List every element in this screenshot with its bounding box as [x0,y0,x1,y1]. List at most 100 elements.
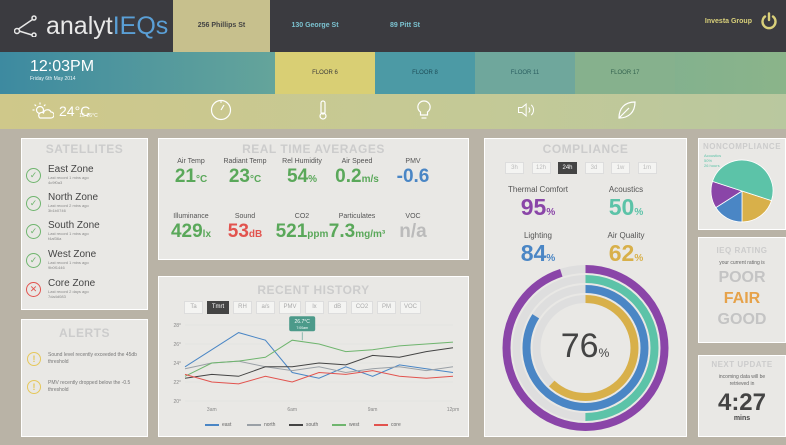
user-area: Investa Group [705,12,778,30]
alert-item[interactable]: ! Sound level recently exceeded the 45db… [27,352,140,366]
legend-label: south [306,422,319,428]
range-24h[interactable]: 24h [558,162,577,174]
building-tab-george[interactable]: 130 George St [270,0,360,52]
floor-tab-17[interactable]: FLOOR 17 [575,52,675,94]
y-tick-label: 20° [173,399,181,405]
floor-tab-11[interactable]: FLOOR 11 [475,52,575,94]
next-update-panel: NEXT UPDATE incoming data will be retrie… [698,355,786,437]
rating-good: GOOD [717,311,767,328]
legend-east[interactable]: east [205,422,231,428]
legend-south[interactable]: south [289,422,318,428]
range-12h[interactable]: 12h [531,162,551,174]
metric-label: PMV [405,158,421,165]
rating-sub: your current rating is [719,260,765,266]
speaker-icon[interactable] [516,99,538,121]
alerts-title: ALERTS [59,326,110,340]
building-tab-phillips[interactable]: 256 Phillips St [173,0,270,52]
compliance-acoustics[interactable]: Acoustics 50% [586,185,666,226]
averages-title: REAL TIME AVERAGES [242,142,385,156]
metric-number: 0.2 [335,166,362,187]
top-bar: analyt IEQs 256 Phillips St 130 George St… [0,0,786,52]
metric-pmv[interactable]: PMV -0.6 [373,158,453,192]
zone-west[interactable]: ✓ West Zone Last record 1 mins ago 9b0f144… [26,250,96,270]
thermometer-icon[interactable] [312,99,334,121]
zone-id: 4c9f0a3 [48,180,63,185]
alert-text: Sound level recently exceeded the 45db t… [48,352,137,365]
check-icon: ✓ [26,167,41,183]
compliance-title: COMPLIANCE [542,142,629,156]
compliance-value: 50% [586,194,666,226]
floor-tab-8[interactable]: FLOOR 8 [375,52,475,94]
legend-swatch [205,424,219,426]
legend-swatch [247,424,261,426]
compliance-number: 50 [608,194,635,220]
rating-title: IEQ RATING [716,246,768,255]
series-line-west[interactable] [184,339,454,377]
power-icon[interactable] [760,12,778,30]
range-3d[interactable]: 3d [584,162,604,174]
metric-unit: dB [248,229,263,240]
next-update-title: NEXT UPDATE [711,360,773,369]
range-1w[interactable]: 1w [611,162,630,174]
brand-prefix: analyt [46,11,113,40]
brand-suffix: IEQs [112,11,169,40]
metric-number: 429 [170,221,203,242]
legend-label: east [222,422,232,428]
lightbulb-icon[interactable] [413,99,435,121]
overall-value: 76 [560,327,599,365]
y-tick-label: 24° [173,361,181,367]
metric-unit: °C [249,174,262,185]
legend-label: north [264,422,276,428]
satellites-panel: SATELLITES ✓ East Zone Last record 1 mins… [21,138,148,310]
compliance-thermal-comfort[interactable]: Thermal Comfort 95% [498,185,578,226]
metric-voc[interactable]: VOC n/a [373,213,453,247]
x-tick-label: 6am [287,407,297,413]
legend-west[interactable]: west [332,422,359,428]
clock-date: Friday 6th May 2014 [30,76,76,82]
range-3h[interactable]: 3h [505,162,524,174]
range-1m[interactable]: 1m [637,162,657,174]
clock-time: 12:03PM [30,58,95,75]
metric-number: -0.6 [396,166,430,187]
compliance-label: Thermal Comfort [507,185,568,194]
rating-fair: FAIR [723,290,761,307]
metric-number: n/a [399,221,427,242]
legend-swatch [332,424,346,426]
y-tick-label: 26° [173,342,181,348]
error-icon: ✕ [26,281,41,297]
tooltip-time: 7:00am [296,326,308,330]
metric-value: -0.6 [373,165,453,192]
compliance-unit: % [546,207,556,218]
zone-name: Core Zone [48,278,96,289]
metric-number: 23 [228,166,250,187]
y-tick-label: 22° [173,380,181,386]
warning-icon: ! [27,352,41,366]
series-line-east[interactable] [184,332,454,379]
zone-id: 3b1b0746 [48,208,66,213]
building-tab-pitt[interactable]: 89 Pitt St [360,0,450,52]
compliance-label: Air Quality [607,231,645,240]
gauge-icon[interactable] [210,99,232,121]
logo: analyt IEQs [14,10,168,42]
zone-name: West Zone [48,249,97,260]
zone-south[interactable]: ✓ South Zone Last record 1 mins ago f4af36… [26,221,100,241]
zone-east[interactable]: ✓ East Zone Last record 1 mins ago 4c9f0a3 [26,165,94,185]
zone-north[interactable]: ✓ North Zone Last record 2 mins ago 3b1b07… [26,193,98,213]
compliance-label: Acoustics [608,185,644,194]
next-update-sub: incoming data will be retrieved in [718,374,766,387]
zone-core[interactable]: ✕ Core Zone Last record 2 days ago 7da4d08… [26,279,95,299]
user-name[interactable]: Investa Group [705,18,752,25]
weather-range: 15-26°C [79,113,98,119]
legend-core[interactable]: core [374,422,401,428]
alerts-panel: ALERTS ! Sound level recently exceeded t… [21,319,148,437]
metric-number: 54 [286,166,309,187]
floor-tab-6[interactable]: FLOOR 6 [275,52,375,94]
zone-name: North Zone [48,192,99,203]
leaf-icon[interactable] [616,99,638,121]
metric-unit: % [308,174,318,185]
partly-sunny-icon [32,102,54,119]
alert-item[interactable]: ! PMV recently dropped below the -0.5 th… [27,380,140,394]
zone-id: 9b0f1446 [48,265,65,270]
rating-poor: POOR [718,269,766,286]
legend-north[interactable]: north [247,422,275,428]
